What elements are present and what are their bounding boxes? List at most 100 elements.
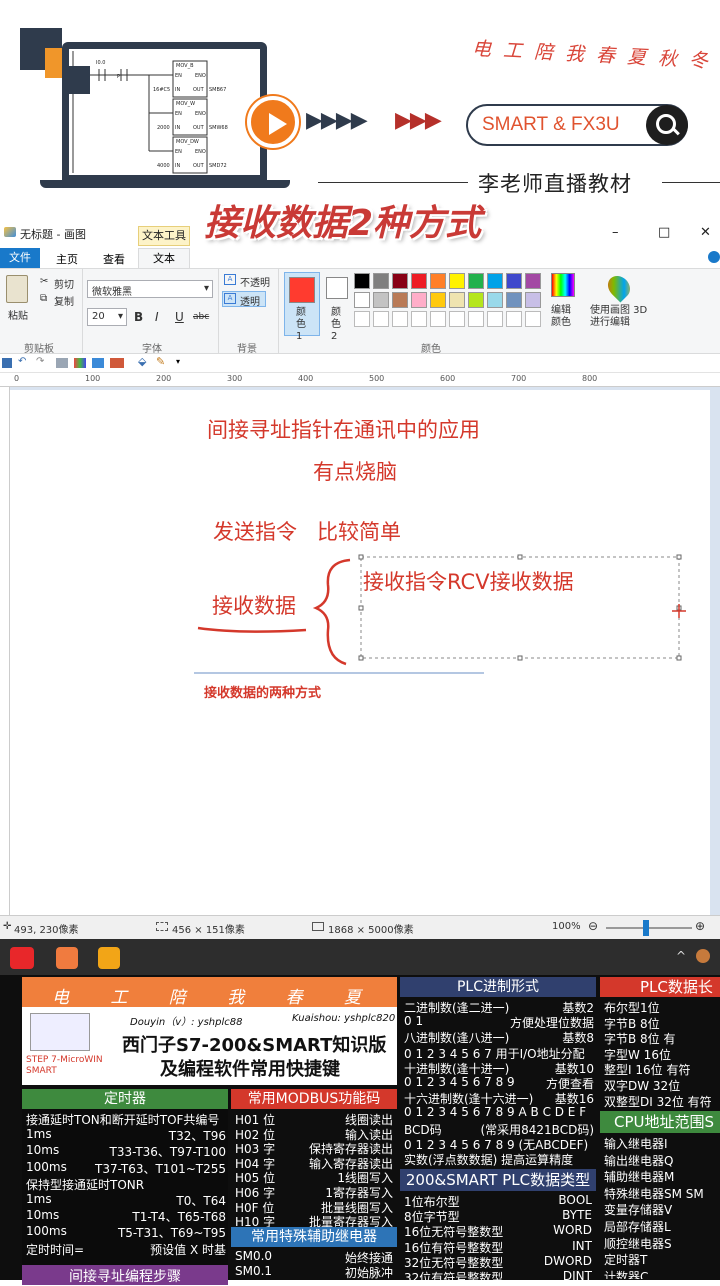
palette-empty-swatch[interactable] <box>449 311 465 327</box>
save-icon[interactable] <box>2 358 12 368</box>
mov-b-label: MOV_B <box>176 63 194 69</box>
palette-empty-swatch[interactable] <box>373 311 389 327</box>
pencil-icon[interactable]: ✎ <box>156 355 165 368</box>
palette-empty-swatch[interactable] <box>487 311 503 327</box>
chevron-up-icon[interactable]: ^ <box>676 949 686 963</box>
italic-button[interactable]: I <box>155 310 159 324</box>
maximize-button[interactable]: □ <box>658 225 670 240</box>
palette-swatch[interactable] <box>506 273 522 289</box>
palette-swatch[interactable] <box>354 292 370 308</box>
strikethrough-button[interactable]: abc <box>193 312 209 322</box>
font-size-select[interactable]: 20 ▾ <box>87 308 127 326</box>
edit-colors-button[interactable]: 编辑颜色 <box>551 305 575 329</box>
row-value: T32、T96 <box>168 1129 226 1144</box>
picture-icon[interactable] <box>92 358 104 368</box>
sheet-row: 接通延时TON和断开延时TOF共编号 <box>26 1111 226 1128</box>
print-icon[interactable] <box>56 358 68 368</box>
palette-swatch[interactable] <box>487 292 503 308</box>
zoom-in-button[interactable]: ⊕ <box>695 919 705 933</box>
palette-empty-swatch[interactable] <box>525 311 541 327</box>
palette-swatch[interactable] <box>411 292 427 308</box>
app-icon-orange[interactable] <box>56 947 78 969</box>
divider <box>662 182 720 183</box>
palette-swatch[interactable] <box>525 273 541 289</box>
row-key: 八进制数(逢八进一) <box>404 1031 510 1046</box>
minimize-button[interactable]: – <box>612 225 619 240</box>
zoom-out-button[interactable]: ⊖ <box>588 919 598 933</box>
app-icon-yellow[interactable] <box>98 947 120 969</box>
paste-icon[interactable] <box>6 275 28 303</box>
close-button[interactable]: ✕ <box>700 225 711 240</box>
palette-empty-swatch[interactable] <box>468 311 484 327</box>
tab-view[interactable]: 查看 <box>103 251 125 267</box>
sheet-row: 10ms T1-T4、T65-T68 <box>26 1208 226 1224</box>
underline-button[interactable]: U <box>175 310 184 324</box>
palette-swatch[interactable] <box>487 273 503 289</box>
undo-icon[interactable]: ↶ <box>18 356 26 367</box>
sheet-row: 字节B 8位 有 <box>604 1032 676 1047</box>
canvas-text-small: 接收数据的两种方式 <box>204 686 322 701</box>
palette-swatch[interactable] <box>392 292 408 308</box>
palette-swatch[interactable] <box>354 273 370 289</box>
palette-swatch[interactable] <box>468 273 484 289</box>
chevron-down-icon[interactable]: ▾ <box>176 357 180 366</box>
redo-icon[interactable]: ↷ <box>36 356 44 367</box>
search-icon[interactable] <box>646 105 688 145</box>
fill-icon[interactable]: ⬙ <box>138 355 146 368</box>
paint3d-button[interactable]: 使用画图 3D 进行编辑 <box>590 305 648 329</box>
tab-text[interactable]: 文本 <box>138 248 190 269</box>
sheet-row: 保持型接通延时TONR <box>26 1176 226 1193</box>
sheet-title1: 西门子S7-200&SMART知识版 <box>122 1035 387 1056</box>
svg-text:EN: EN <box>175 111 182 117</box>
row-key: 十六进制数(逢十六进一) <box>404 1092 534 1107</box>
palette-swatch[interactable] <box>430 273 446 289</box>
tray-icon[interactable] <box>696 949 710 963</box>
font-family-select[interactable]: 微软雅黑 ▾ <box>87 280 213 298</box>
zoom-slider-thumb[interactable] <box>643 920 649 936</box>
sheet-row: 0 1 方便处理位数据 <box>404 1014 594 1030</box>
row-key: 1位布尔型 <box>404 1195 460 1209</box>
play-icon[interactable] <box>247 96 299 148</box>
paste-button[interactable]: 粘贴 <box>8 307 28 322</box>
color-palette[interactable] <box>354 273 548 331</box>
help-icon[interactable] <box>708 251 720 263</box>
cut-button[interactable]: 剪切 <box>54 276 74 291</box>
drawing-canvas[interactable]: 间接寻址指针在通讯中的应用 有点烧脑 发送指令 比较简单 接收数据 接收指令RC… <box>10 390 710 915</box>
palette-swatch[interactable] <box>525 292 541 308</box>
palette-swatch[interactable] <box>392 273 408 289</box>
app-icon-red[interactable] <box>10 947 34 969</box>
palette-empty-swatch[interactable] <box>430 311 446 327</box>
palette-swatch[interactable] <box>506 292 522 308</box>
palette-swatch[interactable] <box>373 292 389 308</box>
palette-swatch[interactable] <box>411 273 427 289</box>
send-icon[interactable] <box>110 358 124 368</box>
row-value: 初始脉冲 <box>344 1265 393 1280</box>
timer-header: 定时器 <box>22 1089 228 1109</box>
palette-empty-swatch[interactable] <box>506 311 522 327</box>
palette-empty-swatch[interactable] <box>354 311 370 327</box>
bold-button[interactable]: B <box>134 310 143 324</box>
color2-swatch[interactable] <box>326 277 348 299</box>
row-key: 定时时间= <box>26 1242 85 1257</box>
cpu-header: CPU地址范围S <box>600 1111 720 1133</box>
palette-empty-swatch[interactable] <box>392 311 408 327</box>
palette-swatch[interactable] <box>449 292 465 308</box>
zoom-slider-track[interactable] <box>606 927 692 929</box>
row-key: BCD码 <box>404 1122 442 1137</box>
opaque-button[interactable]: 不透明 <box>240 274 270 289</box>
palette-swatch[interactable] <box>430 292 446 308</box>
canvas-text-line5[interactable]: 接收指令RCV接收数据 <box>363 566 574 596</box>
palette-empty-swatch[interactable] <box>411 311 427 327</box>
tab-file[interactable]: 文件 <box>0 248 40 268</box>
row-key: 100ms <box>26 1224 67 1239</box>
palette-icon[interactable] <box>74 358 86 368</box>
tab-home[interactable]: 主页 <box>56 251 78 267</box>
sheet-row: SM0.1 初始脉冲 <box>235 1264 393 1280</box>
palette-swatch[interactable] <box>468 292 484 308</box>
sheet-row: 100ms T5-T31、T69~T95 <box>26 1224 226 1240</box>
transparent-button[interactable]: 透明 <box>240 293 260 308</box>
ruler-label: 500 <box>369 374 385 383</box>
palette-swatch[interactable] <box>449 273 465 289</box>
copy-button[interactable]: 复制 <box>54 293 74 308</box>
palette-swatch[interactable] <box>373 273 389 289</box>
